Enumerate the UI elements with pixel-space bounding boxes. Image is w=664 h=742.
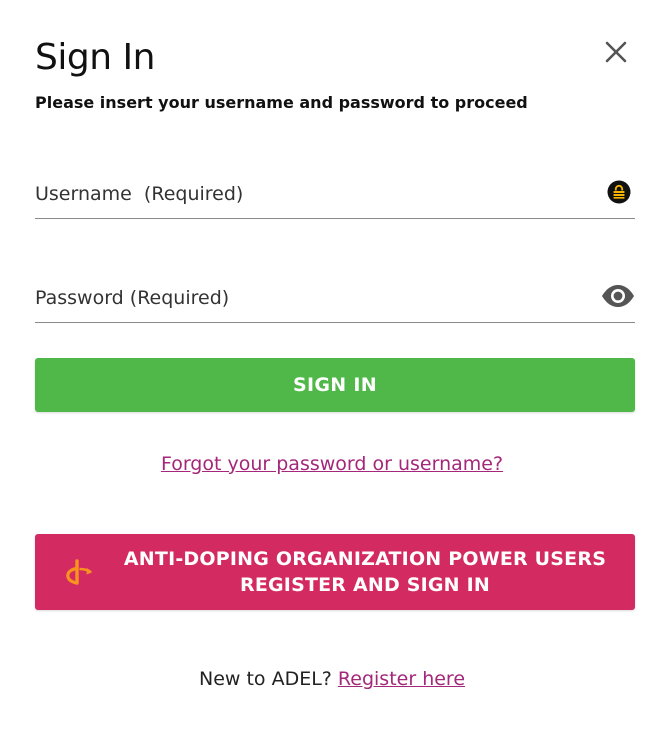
- password-field: [35, 272, 635, 323]
- password-manager-lock-icon[interactable]: [607, 180, 631, 204]
- openid-icon: [66, 559, 92, 585]
- register-link[interactable]: Register here: [338, 668, 465, 690]
- forgot-link-container: Forgot your password or username?: [0, 451, 664, 477]
- footer: New to ADEL? Register here: [0, 666, 664, 692]
- ado-button-label: ANTI-DOPING ORGANIZATION POWER USERS REG…: [105, 546, 625, 598]
- close-button[interactable]: [600, 36, 632, 68]
- ado-label-line1: ANTI-DOPING ORGANIZATION POWER USERS: [123, 548, 607, 570]
- sign-in-button[interactable]: SIGN IN: [35, 358, 635, 412]
- footer-prompt: New to ADEL?: [198, 668, 338, 690]
- eye-icon[interactable]: [601, 284, 635, 308]
- password-input[interactable]: [35, 282, 575, 314]
- username-input[interactable]: [35, 178, 575, 210]
- ado-power-users-button[interactable]: ANTI-DOPING ORGANIZATION POWER USERS REG…: [35, 534, 635, 610]
- close-icon: [605, 41, 627, 63]
- username-field: [35, 168, 635, 219]
- forgot-password-link[interactable]: Forgot your password or username?: [161, 453, 503, 475]
- ado-label-line2: REGISTER AND SIGN IN: [240, 574, 490, 596]
- page-title: Sign In: [35, 37, 155, 78]
- subtitle: Please insert your username and password…: [35, 93, 528, 112]
